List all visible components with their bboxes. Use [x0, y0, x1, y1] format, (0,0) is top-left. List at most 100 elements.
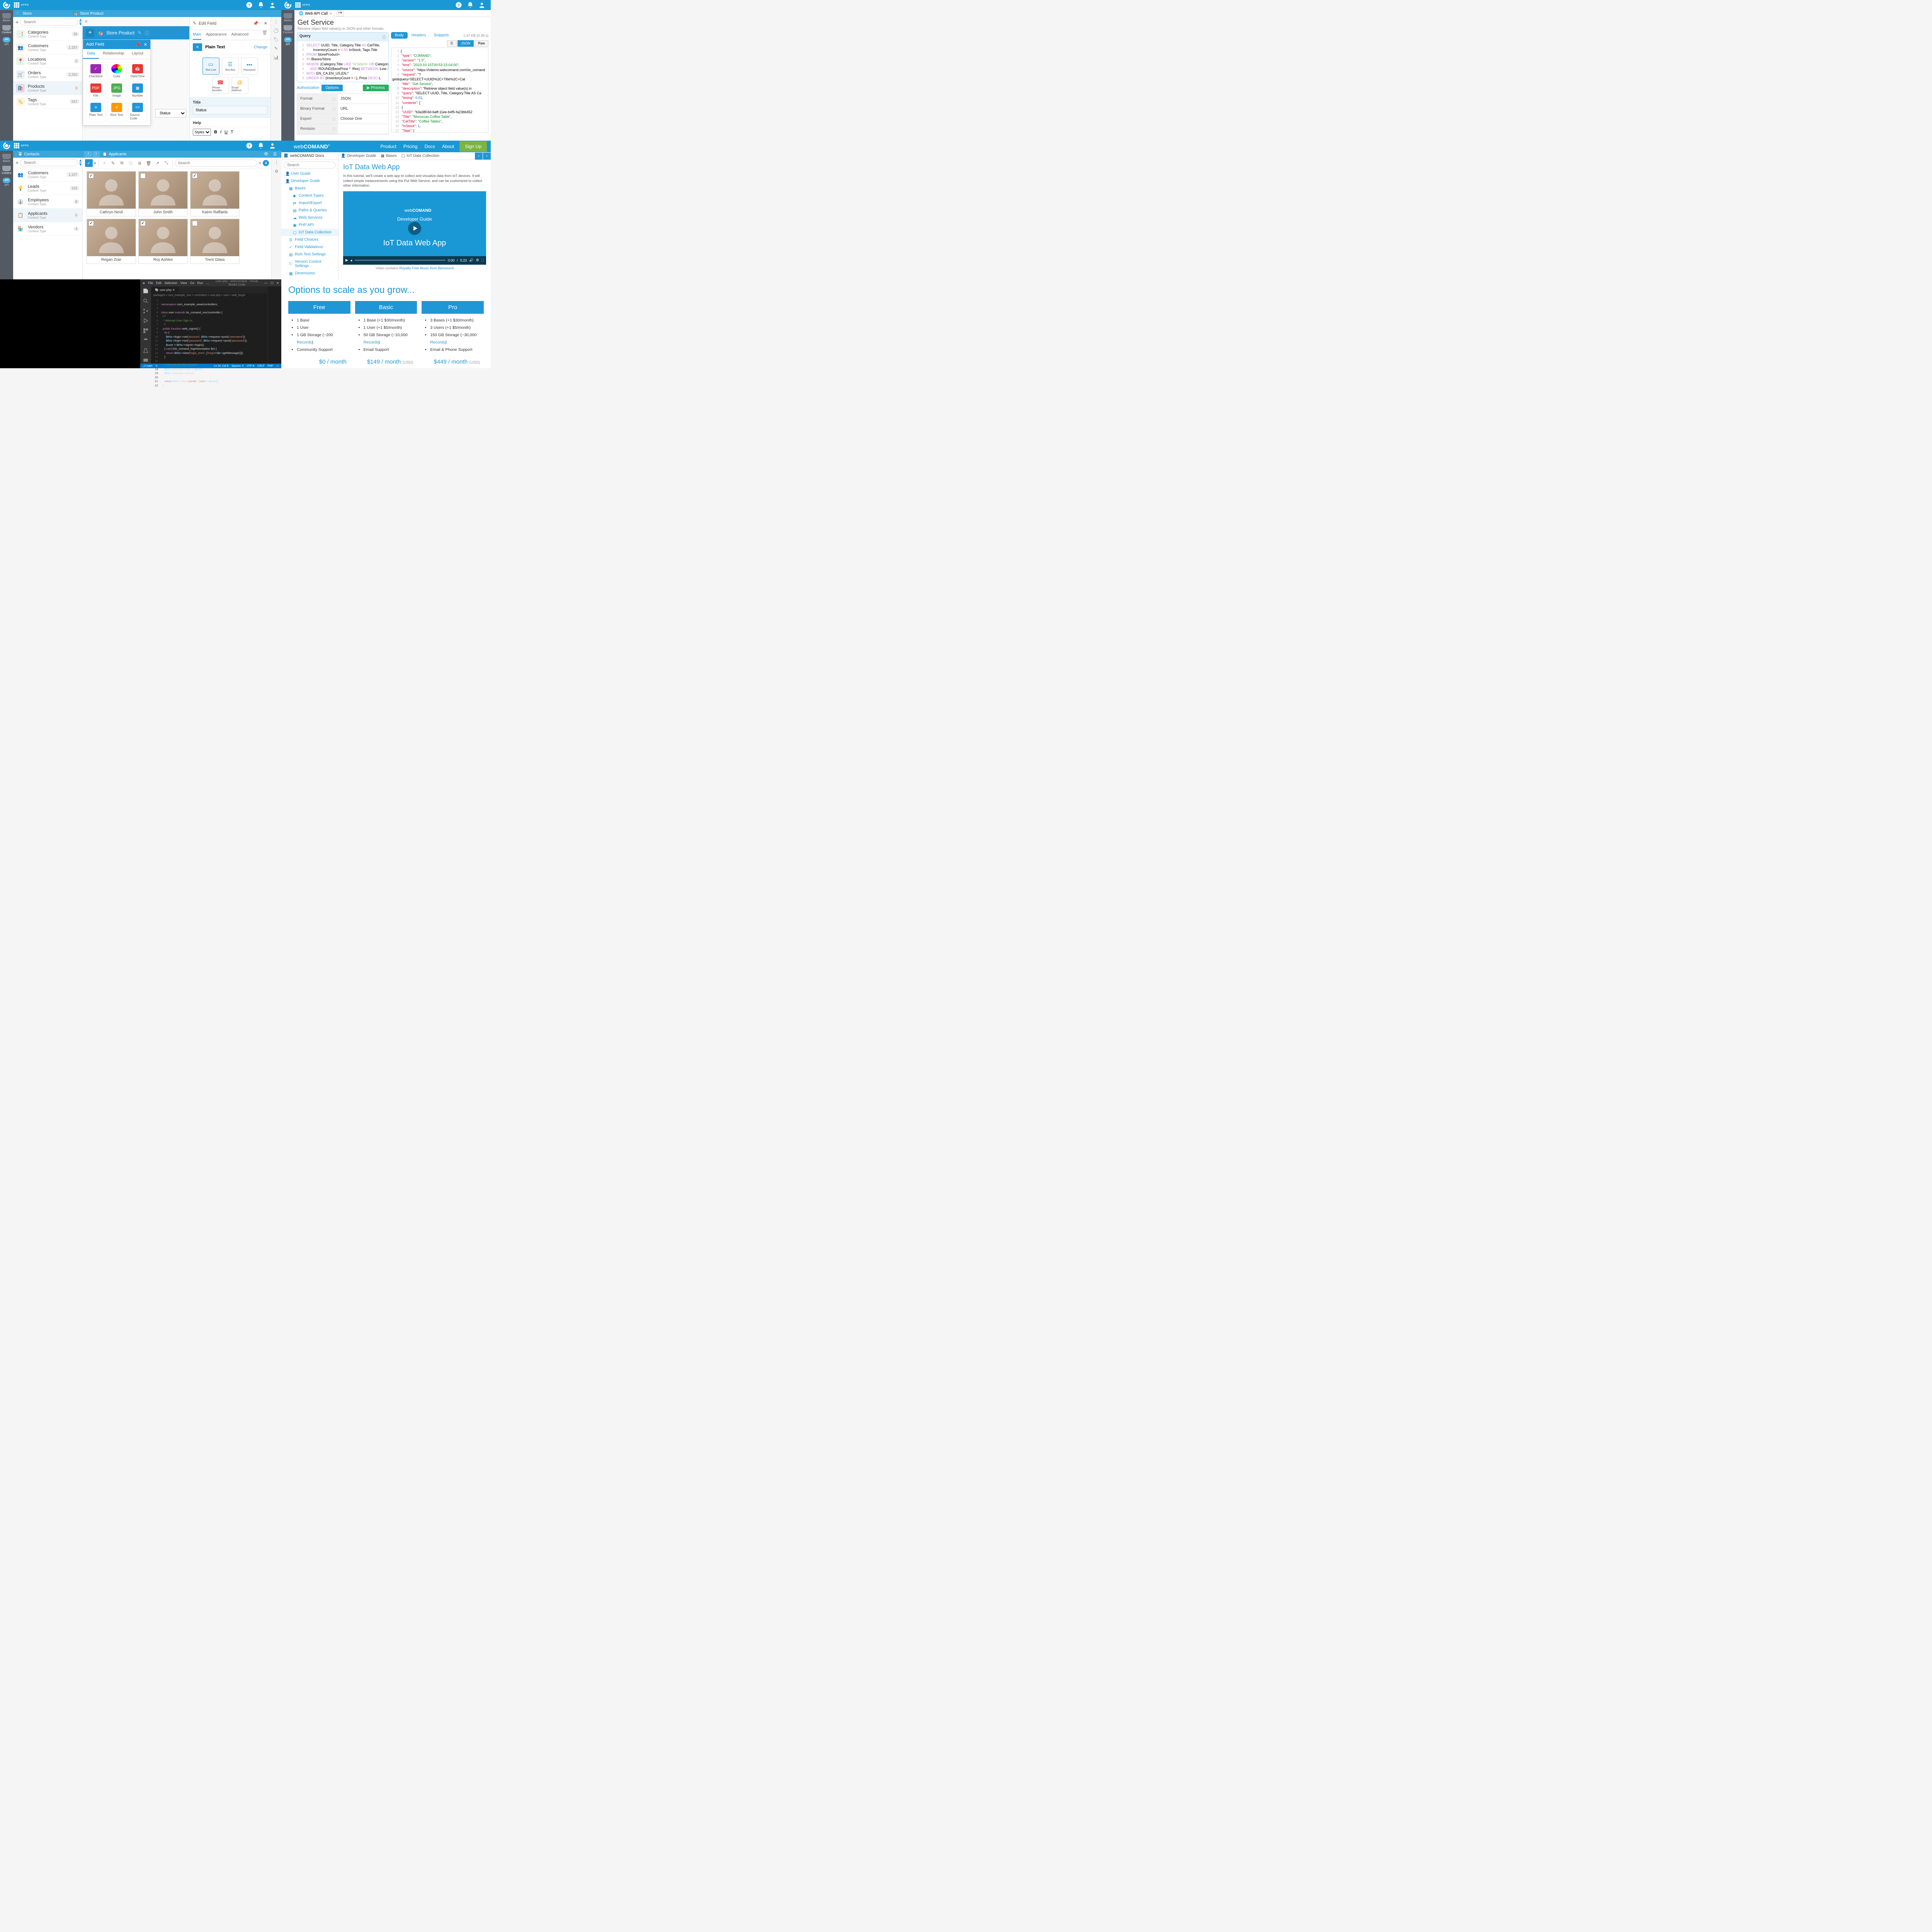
option-format[interactable]: FormatⓘJSON: [297, 94, 388, 104]
view-icon[interactable]: ≡: [85, 19, 87, 24]
test-icon[interactable]: [143, 348, 149, 354]
collapse-button[interactable]: ⤡: [163, 159, 170, 167]
list-icon[interactable]: ☰: [273, 152, 277, 156]
code-editor[interactable]: 12namespace com_example_www\controllers;…: [151, 298, 267, 388]
rail-bases[interactable]: Bases: [1, 12, 12, 24]
tab-userphp[interactable]: 🐘 user.php ✕: [151, 287, 179, 293]
close-tab-icon[interactable]: ✕: [329, 12, 332, 16]
crumb-item[interactable]: ▢IoT Data Collection: [399, 154, 442, 158]
field-type-source-code[interactable]: <>Source Code: [128, 101, 147, 122]
editor-breadcrumb[interactable]: packages > com_example_mvc > controllers…: [151, 293, 267, 298]
display-password[interactable]: •••Password: [241, 58, 258, 75]
title-input[interactable]: [193, 106, 267, 114]
tab-body[interactable]: Body: [391, 32, 408, 39]
nav-user-guide[interactable]: 👤User Guide: [281, 170, 338, 177]
branch-indicator[interactable]: ⎇ main: [143, 364, 152, 367]
apps-button[interactable]: APPS: [14, 2, 29, 8]
search-input[interactable]: [20, 19, 78, 26]
user-icon[interactable]: [478, 2, 485, 9]
card-checkbox[interactable]: [88, 221, 94, 226]
tab-relationship[interactable]: Relationship: [99, 49, 128, 59]
logo-icon[interactable]: [284, 2, 291, 9]
authorization-link[interactable]: Authorization: [297, 86, 319, 90]
add-button[interactable]: +: [15, 160, 19, 165]
fullscreen-icon[interactable]: ⛶: [481, 258, 484, 262]
volume-icon[interactable]: ●: [350, 259, 352, 262]
applicant-card[interactable]: Cathryn Nevil: [87, 171, 136, 216]
duplicate-button[interactable]: ⿻: [127, 159, 135, 167]
clock-icon[interactable]: 🕐: [274, 28, 279, 33]
card-checkbox[interactable]: [192, 221, 197, 226]
nav-rich-text-settings[interactable]: ▤Rich Text Settings: [281, 251, 338, 258]
breadcrumb-root[interactable]: Contacts: [24, 152, 39, 156]
styles-select[interactable]: Styles: [193, 129, 211, 136]
applicant-card[interactable]: Katrin Raffaela: [190, 171, 240, 216]
options-button[interactable]: Options: [321, 85, 342, 91]
pin-icon[interactable]: 📌: [253, 21, 259, 26]
sidebar-item-customers[interactable]: 👥 CustomersContent Type 1,157: [13, 41, 82, 54]
menu-go[interactable]: Go: [190, 281, 194, 285]
settings-icon[interactable]: ⚙: [476, 258, 479, 262]
cursor-position[interactable]: Ln 24, Col 8: [214, 365, 228, 367]
rail-api[interactable]: APIAPI: [1, 176, 12, 188]
tag-icon[interactable]: 🏷: [274, 37, 279, 42]
video-player[interactable]: webCOMAND Developer Guide IoT Data Web A…: [343, 191, 486, 265]
logo-icon[interactable]: [3, 2, 10, 9]
debug-icon[interactable]: [143, 318, 149, 324]
play-icon[interactable]: ▶: [345, 258, 348, 262]
add-button[interactable]: +: [15, 19, 19, 25]
menu-edit[interactable]: Edit: [156, 281, 162, 285]
next-button[interactable]: ›: [100, 159, 108, 167]
rail-content[interactable]: Content: [1, 24, 12, 36]
field-type-checkbox[interactable]: ✓Checkbox: [86, 62, 105, 80]
applicant-card[interactable]: Trent Glass: [190, 219, 240, 264]
eye-icon[interactable]: 👁: [264, 152, 269, 156]
help-icon[interactable]: ?: [246, 142, 253, 149]
field-type-number[interactable]: ▦Number: [128, 82, 147, 99]
edit-icon[interactable]: ✎: [274, 46, 278, 51]
volume-icon[interactable]: 🔊: [469, 258, 473, 262]
bold-button[interactable]: B: [214, 130, 217, 134]
spaces-indicator[interactable]: Spaces: 4: [231, 365, 243, 367]
bell-icon[interactable]: [467, 2, 474, 9]
crumb-item[interactable]: 👤Developer Guide: [338, 154, 379, 158]
edit-icon[interactable]: ✎: [138, 30, 141, 36]
process-button[interactable]: ▶ Process: [363, 85, 389, 91]
edit-button[interactable]: ✎: [109, 159, 117, 167]
info-icon[interactable]: ⓘ: [382, 34, 386, 40]
db-icon[interactable]: [143, 338, 149, 344]
doc-search-input[interactable]: [284, 162, 336, 168]
sidebar-item-tags[interactable]: 🏷️ TagsContent Type 247: [13, 95, 82, 109]
nav-bases[interactable]: ▦Bases: [281, 185, 338, 192]
search-icon[interactable]: [143, 298, 149, 304]
change-link[interactable]: Change: [254, 45, 267, 49]
tab-headers[interactable]: Headers: [408, 32, 430, 39]
grid-search-input[interactable]: [175, 160, 257, 167]
filter-icon[interactable]: ⚙: [275, 169, 279, 174]
scm-icon[interactable]: [143, 308, 149, 314]
card-checkbox[interactable]: [88, 173, 94, 179]
extensions-icon[interactable]: [143, 328, 149, 334]
nav-paths-queries[interactable]: ▤Paths & Queries: [281, 207, 338, 214]
sidebar-item-applicants[interactable]: 📋 ApplicantsContent Type 6: [13, 209, 82, 222]
export-button[interactable]: ↗: [154, 159, 162, 167]
close-icon[interactable]: ✕: [276, 281, 279, 285]
nav-dimensions[interactable]: ▦Dimensions: [281, 270, 338, 277]
rail-api[interactable]: APIAPI: [1, 36, 12, 48]
play-button[interactable]: [408, 222, 421, 235]
sidebar-item-orders[interactable]: 🛒 OrdersContent Type 2,310: [13, 68, 82, 82]
nav-iot-data-collection[interactable]: ▢IoT Data Collection: [281, 229, 338, 236]
tab-web-api-call[interactable]: 🌐 Web API Call ✕: [296, 10, 335, 17]
sidebar-item-employees[interactable]: 👔 EmployeesContent Type 8: [13, 195, 82, 209]
minimize-icon[interactable]: —: [264, 281, 267, 285]
menu-icon[interactable]: ⋮: [274, 19, 278, 24]
clear-search-icon[interactable]: ✕: [258, 161, 262, 166]
copy-button[interactable]: ⎘: [447, 40, 457, 47]
nav-next[interactable]: ›: [483, 153, 491, 160]
field-type-color[interactable]: ◉Color: [107, 62, 126, 80]
rail-bases[interactable]: Bases: [282, 12, 294, 24]
underline-button[interactable]: U: [224, 130, 228, 134]
user-icon[interactable]: [269, 142, 276, 149]
add-tab-button[interactable]: +▾: [337, 10, 344, 17]
delete-icon[interactable]: 🗑: [262, 30, 267, 40]
